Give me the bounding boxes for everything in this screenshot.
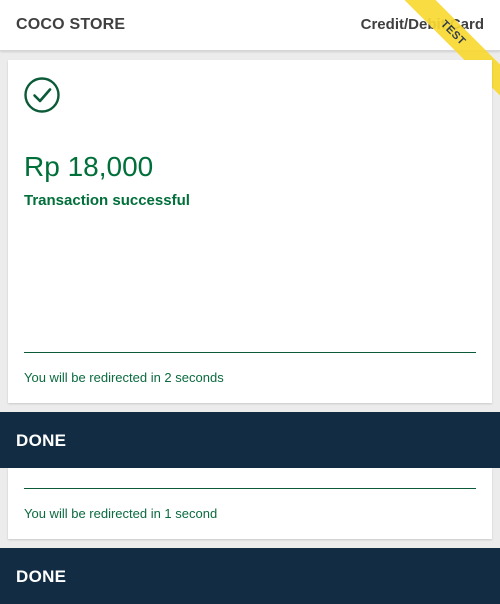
transaction-card-fragment: You will be redirected in 1 second [8,468,492,539]
header: COCO STORE Credit/Debit Card [0,0,500,51]
transaction-card: Rp 18,000 Transaction successful You wil… [8,60,492,403]
transaction-status: Transaction successful [24,192,190,209]
transaction-amount: Rp 18,000 [24,151,154,182]
done-button[interactable]: DONE [0,412,500,468]
done-button-label: DONE [16,567,67,586]
done-button[interactable]: DONE [0,548,500,604]
divider [24,488,476,489]
divider [24,352,476,353]
redirect-message: You will be redirected in 1 second [24,506,218,521]
payment-method-label: Credit/Debit Card [360,16,484,33]
check-circle-icon [24,77,60,113]
redirect-message: You will be redirected in 2 seconds [24,370,224,385]
done-button-label: DONE [16,431,67,450]
store-name: COCO STORE [16,16,126,33]
page: COCO STORE Credit/Debit Card TEST Rp 18,… [0,0,500,604]
